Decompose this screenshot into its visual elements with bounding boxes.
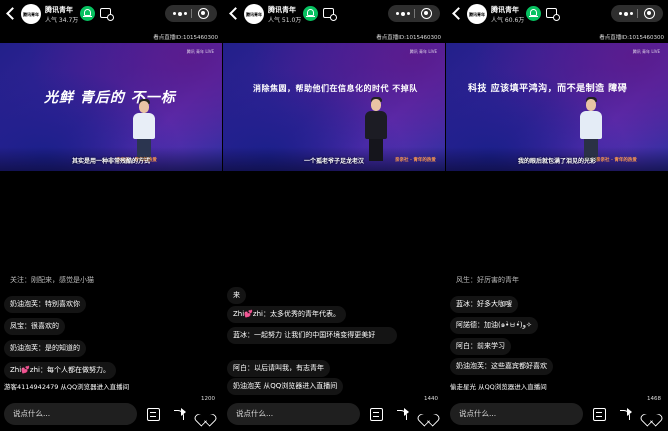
- comment-item: Zhi💕zhi：太多优秀的青年代表。: [227, 306, 346, 323]
- comment-item: 阿諾德：加油(๑•̀ㅂ•́)و✧: [450, 317, 538, 334]
- room-id: 看点直播ID:1015460300: [376, 35, 441, 41]
- screen-slogan: 光鲜 青后的 不一标: [44, 90, 176, 106]
- like-count: 1440: [424, 396, 438, 402]
- comment-item: 奶油泡芙：这些嘉宾都好喜欢: [450, 358, 553, 375]
- comment-item: 奶油泡芙：是的知道的: [4, 340, 86, 357]
- channel-avatar[interactable]: 腾讯青年: [467, 4, 487, 24]
- mini-program-capsule: [388, 5, 440, 22]
- top-bar: 腾讯青年 腾讯青年 人气 60.6万: [446, 0, 668, 28]
- heart-icon[interactable]: [421, 407, 436, 421]
- comment-item: 奶油泡芙 从QQ浏览器进入直播间: [227, 378, 344, 395]
- close-circle-icon[interactable]: [421, 8, 432, 19]
- like-count: 1468: [647, 396, 661, 402]
- back-arrow-icon[interactable]: [5, 7, 17, 21]
- popularity-count: 人气 51.0万: [268, 17, 302, 24]
- shopping-bag-icon[interactable]: [369, 407, 384, 421]
- screenshot-collage: 腾讯青年 腾讯青年 人气 34.7万 看点直播ID:1015460300 光鲜 …: [0, 0, 668, 431]
- share-icon[interactable]: [173, 407, 188, 421]
- channel-avatar[interactable]: 腾讯青年: [21, 4, 41, 24]
- close-circle-icon[interactable]: [198, 8, 209, 19]
- heart-icon[interactable]: [198, 407, 213, 421]
- share-icon[interactable]: [619, 407, 634, 421]
- comment-input[interactable]: 说点什么...: [450, 403, 583, 425]
- top-bar: 腾讯青年 腾讯青年 人气 34.7万: [0, 0, 222, 28]
- comment-item: 蓝冰：好多大咖嗖: [450, 296, 518, 313]
- top-bar: 腾讯青年 腾讯青年 人气 51.0万: [223, 0, 445, 28]
- room-id: 看点直播ID:1015460300: [153, 35, 218, 41]
- live-panel-2: 腾讯青年 腾讯青年 人气 51.0万 看点直播ID:1015460300 消除焦…: [223, 0, 445, 431]
- stage-logo: 腾讯 青年 LIVE: [186, 49, 214, 54]
- close-circle-icon[interactable]: [644, 8, 655, 19]
- live-video[interactable]: 科技 应该填平鸿沟，而不是制造 障碍 腾讯 青年 LIVE 亲亲社 · 青年的热…: [446, 43, 668, 171]
- live-panel-1: 腾讯青年 腾讯青年 人气 34.7万 看点直播ID:1015460300 光鲜 …: [0, 0, 222, 431]
- channel-name[interactable]: 腾讯青年: [268, 5, 296, 15]
- mini-program-capsule: [611, 5, 663, 22]
- like-count: 1200: [201, 396, 215, 402]
- heart-icon[interactable]: [644, 407, 659, 421]
- comment-item: 阿白：前来学习: [450, 338, 511, 355]
- channel-name[interactable]: 腾讯青年: [45, 5, 73, 15]
- room-id: 看点直播ID:1015460300: [599, 35, 664, 41]
- back-arrow-icon[interactable]: [451, 7, 463, 21]
- capsule-divider: [637, 9, 638, 18]
- comment-item: 风生：好厉害的青年: [456, 276, 519, 284]
- shopping-bag-icon[interactable]: [146, 407, 161, 421]
- channel-name[interactable]: 腾讯青年: [491, 5, 519, 15]
- more-dots-icon[interactable]: [396, 11, 410, 16]
- live-video[interactable]: 消除焦圆，帮助他们在信息化的时代 不掉队 腾讯 青年 LIVE 亲亲社 · 青年…: [223, 43, 445, 171]
- tv-cast-icon[interactable]: [323, 8, 337, 21]
- comment-item: 蓝冰：一起努力 让我们的中国环境变得更美好: [227, 327, 397, 344]
- join-notice: 偷走星光 从QQ浏览器进入直播间: [450, 383, 547, 391]
- back-arrow-icon[interactable]: [228, 7, 240, 21]
- share-icon[interactable]: [396, 407, 411, 421]
- comment-input[interactable]: 说点什么...: [4, 403, 137, 425]
- comment-item: 凤宝：很喜欢的: [4, 318, 65, 335]
- screen-slogan: 科技 应该填平鸿沟，而不是制造 障碍: [468, 84, 628, 94]
- video-subtitle: 其实是用一种非常残酷的方式: [71, 158, 150, 165]
- more-dots-icon[interactable]: [619, 11, 633, 16]
- follow-icon[interactable]: [526, 6, 541, 21]
- comment-input[interactable]: 说点什么...: [227, 403, 360, 425]
- capsule-divider: [414, 9, 415, 18]
- popularity-count: 人气 60.6万: [491, 17, 525, 24]
- comment-item: 关注：刚配来，感觉是小猫: [10, 276, 94, 284]
- popularity-count: 人气 34.7万: [45, 17, 79, 24]
- live-video[interactable]: 光鲜 青后的 不一标 腾讯 青年 LIVE 亲亲社 · 青年的热爱 其实是用一种…: [0, 43, 222, 171]
- comment-item: 阿白：以后请叫我，有志青年: [227, 360, 330, 377]
- stage-logo: 腾讯 青年 LIVE: [632, 49, 660, 54]
- capsule-divider: [191, 9, 192, 18]
- comment-item: 来: [227, 287, 246, 304]
- live-panel-3: 腾讯青年 腾讯青年 人气 60.6万 看点直播ID:1015460300 科技 …: [446, 0, 668, 431]
- screen-slogan: 消除焦圆，帮助他们在信息化的时代 不掉队: [253, 84, 418, 93]
- mini-program-capsule: [165, 5, 217, 22]
- follow-icon[interactable]: [303, 6, 318, 21]
- stage-logo: 腾讯 青年 LIVE: [409, 49, 437, 54]
- channel-avatar[interactable]: 腾讯青年: [244, 4, 264, 24]
- shopping-bag-icon[interactable]: [592, 407, 607, 421]
- more-dots-icon[interactable]: [173, 11, 187, 16]
- join-notice: 游客4114942479 从QQ浏览器进入直播间: [4, 383, 130, 391]
- follow-icon[interactable]: [80, 6, 95, 21]
- video-subtitle: 一个孤老爷子足龙老汉: [303, 158, 364, 165]
- tv-cast-icon[interactable]: [546, 8, 560, 21]
- video-subtitle: 我的眼后就包满了泪见的光彩: [517, 158, 596, 165]
- tv-cast-icon[interactable]: [100, 8, 114, 21]
- comment-item: 奶油泡芙：特别喜欢你: [4, 296, 86, 313]
- comment-item: Zhi💕zhi：每个人都在做努力。: [4, 362, 116, 379]
